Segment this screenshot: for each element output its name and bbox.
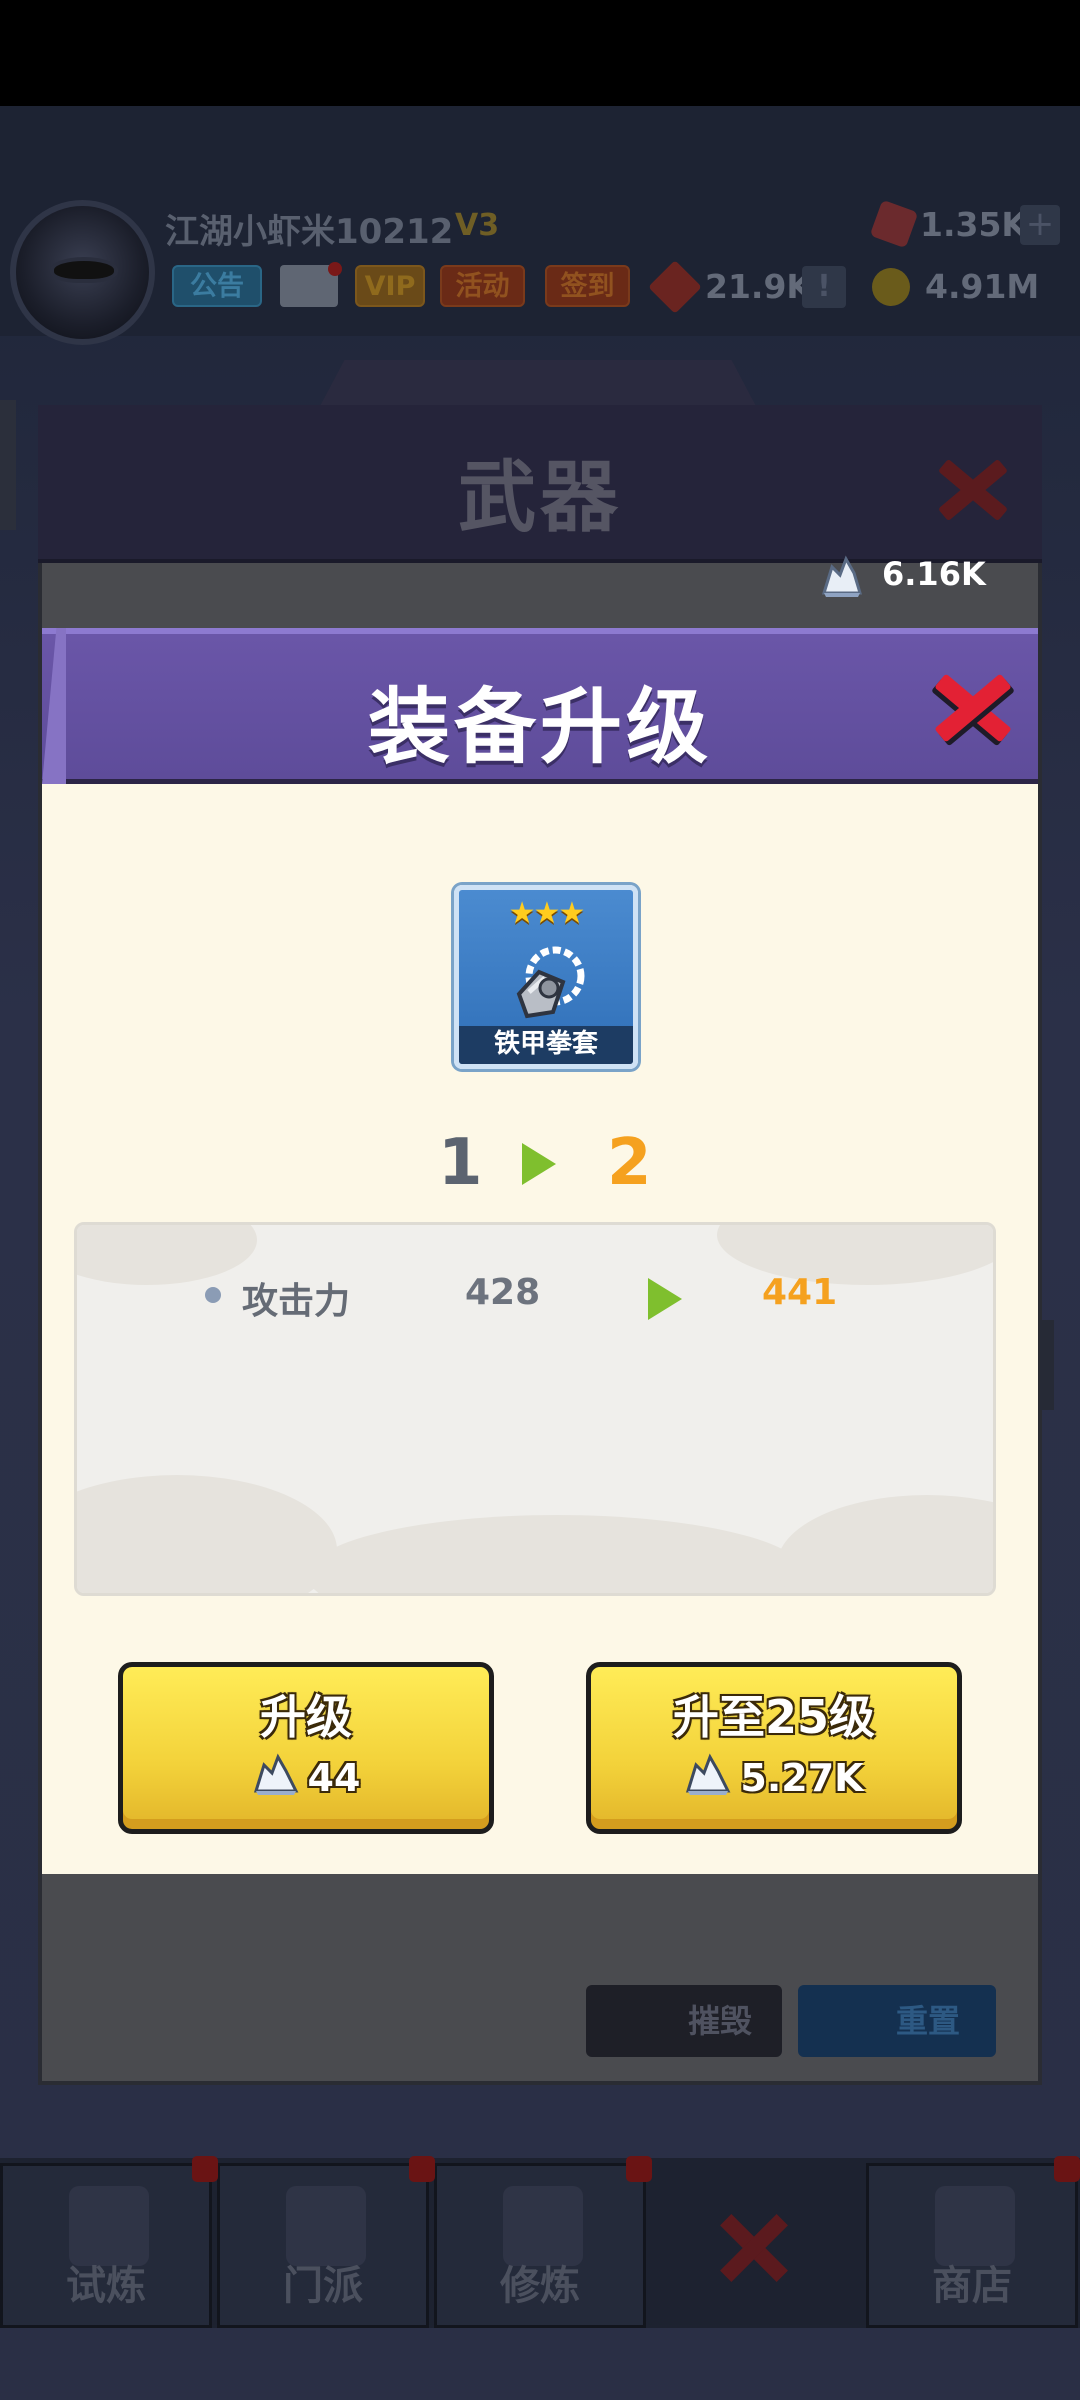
stat-bullet [205,1287,221,1303]
add-gems-button[interactable]: + [1020,205,1060,245]
stat-new-value: 441 [762,1272,838,1313]
next-level: 2 [607,1126,652,1200]
notice-button[interactable]: 公告 [172,265,262,307]
gem-count: 1.35K [920,205,1027,244]
upgrade-cost-value: 44 [307,1756,361,1800]
crystal-icon [686,1753,731,1795]
upgrade-cost: 44 [123,1753,489,1800]
token-count: 21.9K [705,267,812,306]
stat-current-value: 428 [465,1272,541,1313]
weapon-panel-title: 武器 [457,453,622,543]
crystal-count: 6.16K [882,555,986,593]
upgrade-button-label: 升级 [260,1690,352,1744]
close-icon[interactable] [930,665,1016,751]
reset-button[interactable]: 重置 [798,1985,996,2057]
vip-button[interactable]: VIP [355,265,425,307]
upgrade-to-max-label: 升至25级 [672,1690,875,1744]
upgrade-to-max-cost-value: 5.27K [740,1756,864,1800]
nav-item-trial[interactable]: 试炼 [0,2163,212,2328]
back-panel-tab [318,360,758,410]
nav-item-training[interactable]: 修炼 [434,2163,646,2328]
upgrade-to-max-cost: 5.27K [591,1753,957,1800]
event-button[interactable]: 活动 [440,265,525,307]
status-bar [0,0,1080,106]
level-arrow-icon [522,1143,556,1185]
nav-item-shop[interactable]: 商店 [866,2163,1078,2328]
stat-arrow-icon [648,1278,682,1320]
player-avatar[interactable] [10,200,155,345]
player-name: 江湖小虾米10212 [165,212,454,252]
notification-dot [192,2156,218,2182]
back-panel-scrollbar [1040,1320,1054,1410]
crystal-icon [253,1753,298,1795]
stat-name: 攻击力 [242,1281,351,1322]
destroy-button[interactable]: 摧毁 [586,1985,782,2057]
upgrade-to-max-button[interactable]: 升至25级 5.27K [586,1662,962,1834]
nav-item-label: 修炼 [500,2263,580,2309]
token-info-button[interactable]: ! [802,266,846,308]
notification-dot [409,2156,435,2182]
top-header [0,106,1080,336]
item-name: 铁甲拳套 [459,1026,633,1064]
star-rating: ★★★ [508,896,586,931]
nav-item-sect[interactable]: 门派 [217,2163,429,2328]
equipment-card: ★★★ 铁甲拳套 [454,885,638,1069]
crystal-icon [821,555,863,597]
notification-dot [626,2156,652,2182]
nav-close-icon[interactable] [714,2208,794,2288]
nav-item-label: 门派 [283,2263,363,2309]
nav-item-label: 试炼 [66,2263,146,2309]
current-level: 1 [438,1126,483,1200]
mail-notification-dot [328,262,342,276]
dialog-title: 装备升级 [367,680,712,775]
coin-count: 4.91M [925,267,1040,306]
sign-in-button[interactable]: 签到 [545,265,630,307]
weapon-panel-close-icon[interactable] [930,448,1012,530]
coin-icon [872,268,910,306]
nav-item-label: 商店 [932,2263,1012,2309]
upgrade-button[interactable]: 升级 44 [118,1662,494,1834]
iron-gauntlet-icon [516,946,585,1019]
notification-dot [1054,2156,1080,2182]
vip-level-badge: V3 [455,208,500,243]
